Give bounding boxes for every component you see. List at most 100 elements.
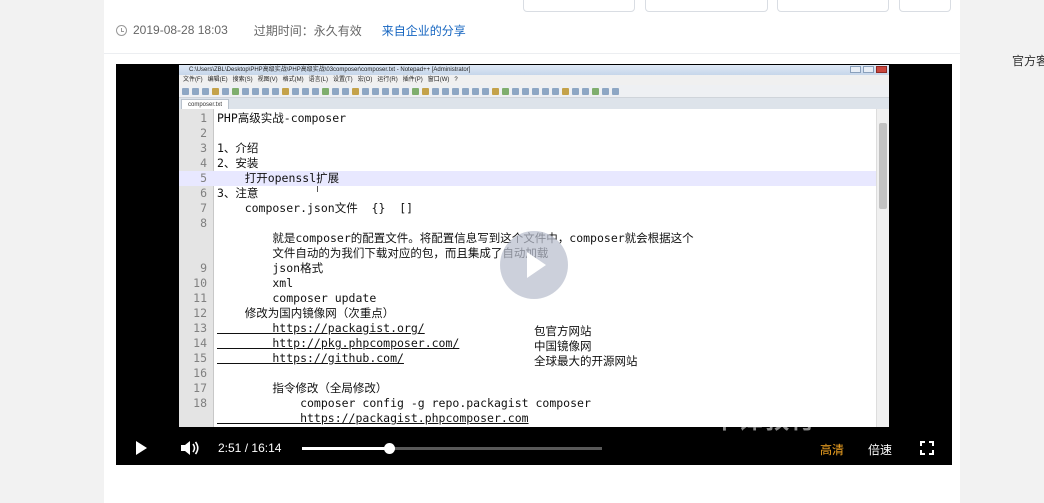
video-player[interactable]: C:\Users\ZBL\Desktop\PHP高级实战\PHP高级实战\03c… [116,64,952,465]
line-number: 9 [200,261,207,275]
time-display: 2:51 / 16:14 [218,441,281,455]
line-number: 6 [200,186,207,200]
line-text: https://packagist.phpcomposer.com [217,411,529,425]
line-text: 2、安装 [217,156,259,170]
toolbar-icon [412,87,419,95]
editor-scrollbar [876,109,889,427]
toolbar-icon [222,87,229,95]
line-text: 1、介绍 [217,141,259,155]
toolbar-icon [192,87,199,95]
current-time: 2:51 [218,441,242,455]
line-text: 就是composer的配置文件。将配置信息写到这个文件中，composer就会根… [217,231,694,245]
window-titlebar: C:\Users\ZBL\Desktop\PHP高级实战\PHP高级实战\03c… [179,65,889,75]
line-text: json格式 [217,261,324,275]
editor-menu-item: 宏(O) [357,77,373,83]
line-number: 1 [200,111,207,125]
toolbar-icon [272,87,279,95]
progress-bar[interactable] [302,443,602,454]
line-text: 打开openssl扩展 [217,171,340,185]
toolbar-icon [302,87,309,95]
code-line: 4 2、安装 [179,156,876,171]
time-separator: / [244,441,249,455]
line-number: 2 [200,126,207,140]
expiry-text: 过期时间：永久有效 [253,23,362,38]
line-number: 13 [193,321,207,335]
editor-menubar: 文件(F) 编辑(E) 搜索(S) 视图(V) 格式(M) 语言(L) 设置(T) 宏(O) 运… [179,75,889,85]
volume-icon[interactable] [180,440,200,456]
toolbar-icon [522,87,529,95]
toolbar-icon [242,87,249,95]
code-line: 1 PHP高级实战-composer [179,111,876,126]
line-number: 14 [193,336,207,350]
code-line: 5 打开openssl扩展 [179,171,876,186]
code-line: 16 [179,366,876,381]
line-number: 11 [193,291,207,305]
toolbar-icon [542,87,549,95]
progress-handle[interactable] [383,443,395,454]
editor-menu-item: 视图(V) [257,77,278,83]
toolbar-icon [492,87,499,95]
share-datetime: 2019-08-28 18:03 [133,23,228,37]
action-button-4[interactable] [899,0,951,12]
share-source-link[interactable]: 来自企业的分享 [382,22,466,39]
code-line: 13 https://packagist.org/ [179,321,876,336]
fullscreen-icon[interactable] [920,441,934,455]
toolbar-icon [382,87,389,95]
toolbar-icon [352,87,359,95]
note-github: 全球最大的开源网站 [534,354,638,368]
line-number: 18 [193,396,207,410]
quality-button[interactable]: 高清 [820,441,844,458]
line-text: xml [217,276,294,290]
line-text: https://packagist.org/ [217,321,425,335]
toolbar-icon [262,87,269,95]
editor-toolbar [179,85,889,98]
toolbar-icon [182,87,189,95]
editor-menu-item: 插件(P) [402,77,423,83]
toolbar-icon [232,87,239,95]
action-button-2[interactable] [645,0,768,12]
toolbar-icon [322,87,329,95]
toolbar-icon [482,87,489,95]
toolbar-icon [462,87,469,95]
line-text: composer update [217,291,377,305]
play-icon[interactable] [136,441,147,455]
toolbar-icon [202,87,209,95]
toolbar-icon [512,87,519,95]
big-play-button[interactable] [500,231,568,299]
toolbar-icon [452,87,459,95]
editor-menu-item: 格式(M) [282,77,304,83]
editor-menu-item: 运行(R) [377,77,398,83]
toolbar-icon [372,87,379,95]
action-button-3[interactable] [777,0,889,12]
code-line: 3 1、介绍 [179,141,876,156]
code-line: 7 composer.json文件 {} [] [179,201,876,216]
editor-menu-item: 窗口(W) [427,77,450,83]
speed-button[interactable]: 倍速 [868,441,892,458]
toolbar-icon [252,87,259,95]
code-line: 8 [179,216,876,231]
line-text: http://pkg.phpcomposer.com/ [217,336,460,350]
toolbar-icon [432,87,439,95]
close-icon [876,66,887,73]
line-text: 指令修改（全局修改） [217,381,388,395]
action-button-1[interactable] [523,0,635,12]
clock-icon [116,24,127,36]
toolbar-icon [572,87,579,95]
file-tab: composer.txt [181,99,230,109]
toolbar-icon [402,87,409,95]
line-number: 4 [200,156,207,170]
window-title: C:\Users\ZBL\Desktop\PHP高级实战\PHP高级实战\03c… [189,67,471,73]
line-number: 3 [200,141,207,155]
code-line: 14 http://pkg.phpcomposer.com/ [179,336,876,351]
line-number: 17 [193,381,207,395]
code-line: 15 https://github.com/ [179,351,876,366]
line-text: 修改为国内镜像网（次重点） [217,306,395,320]
share-meta: 2019-08-28 18:03 过期时间：永久有效 来自企业的分享 [116,22,466,38]
toolbar-icon [532,87,539,95]
toolbar-icon [472,87,479,95]
line-text: PHP高级实战-composer [217,111,347,125]
toolbar-icon [392,87,399,95]
toolbar-icon [212,87,219,95]
toolbar-icon [502,87,509,95]
toolbar-icon [562,87,569,95]
